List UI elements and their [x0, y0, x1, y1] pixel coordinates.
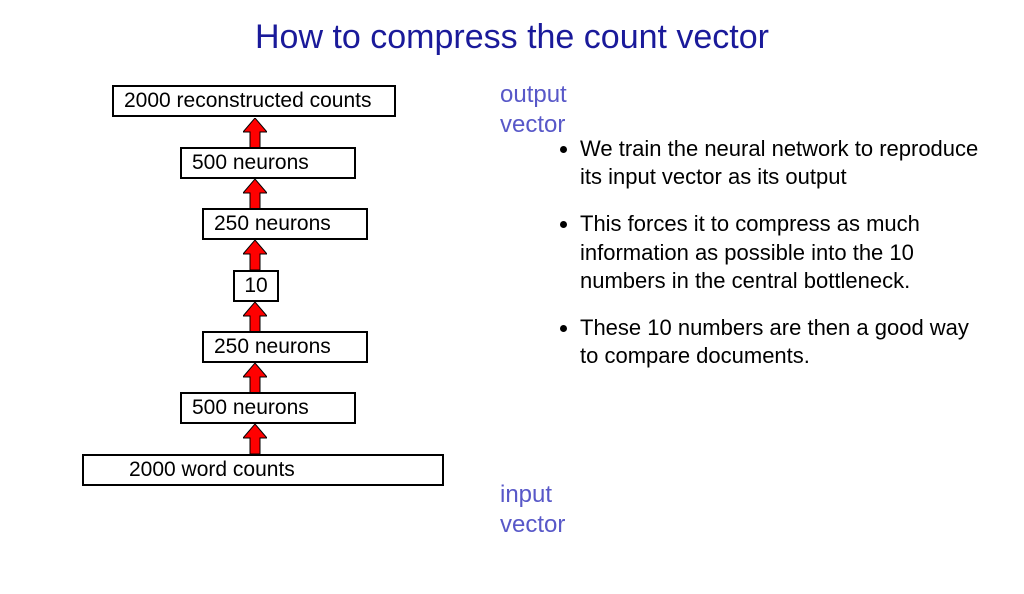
layer-hidden-upper-250: 250 neurons [202, 208, 368, 240]
output-vector-label: output vector [500, 80, 590, 140]
arrow-icon [243, 179, 267, 209]
layer-hidden-upper-500: 500 neurons [180, 147, 356, 179]
bullet-list: We train the neural network to reproduce… [580, 135, 990, 371]
layer-output: 2000 reconstructed counts [112, 85, 396, 117]
slide-title: How to compress the count vector [0, 18, 1024, 57]
list-item: This forces it to compress as much infor… [580, 210, 990, 296]
arrow-icon [243, 240, 267, 270]
network-diagram: output vector input vector 2000 reconstr… [0, 80, 510, 550]
layer-input: 2000 word counts [82, 454, 444, 486]
layer-hidden-lower-500: 500 neurons [180, 392, 356, 424]
arrow-icon [243, 118, 267, 148]
list-item: These 10 numbers are then a good way to … [580, 314, 990, 371]
arrow-icon [243, 363, 267, 393]
list-item: We train the neural network to reproduce… [580, 135, 990, 192]
content-area: output vector input vector 2000 reconstr… [0, 80, 1024, 550]
layer-bottleneck: 10 [233, 270, 279, 302]
input-vector-label: input vector [500, 480, 590, 540]
layer-hidden-lower-250: 250 neurons [202, 331, 368, 363]
arrow-icon [243, 424, 267, 454]
arrow-icon [243, 302, 267, 332]
